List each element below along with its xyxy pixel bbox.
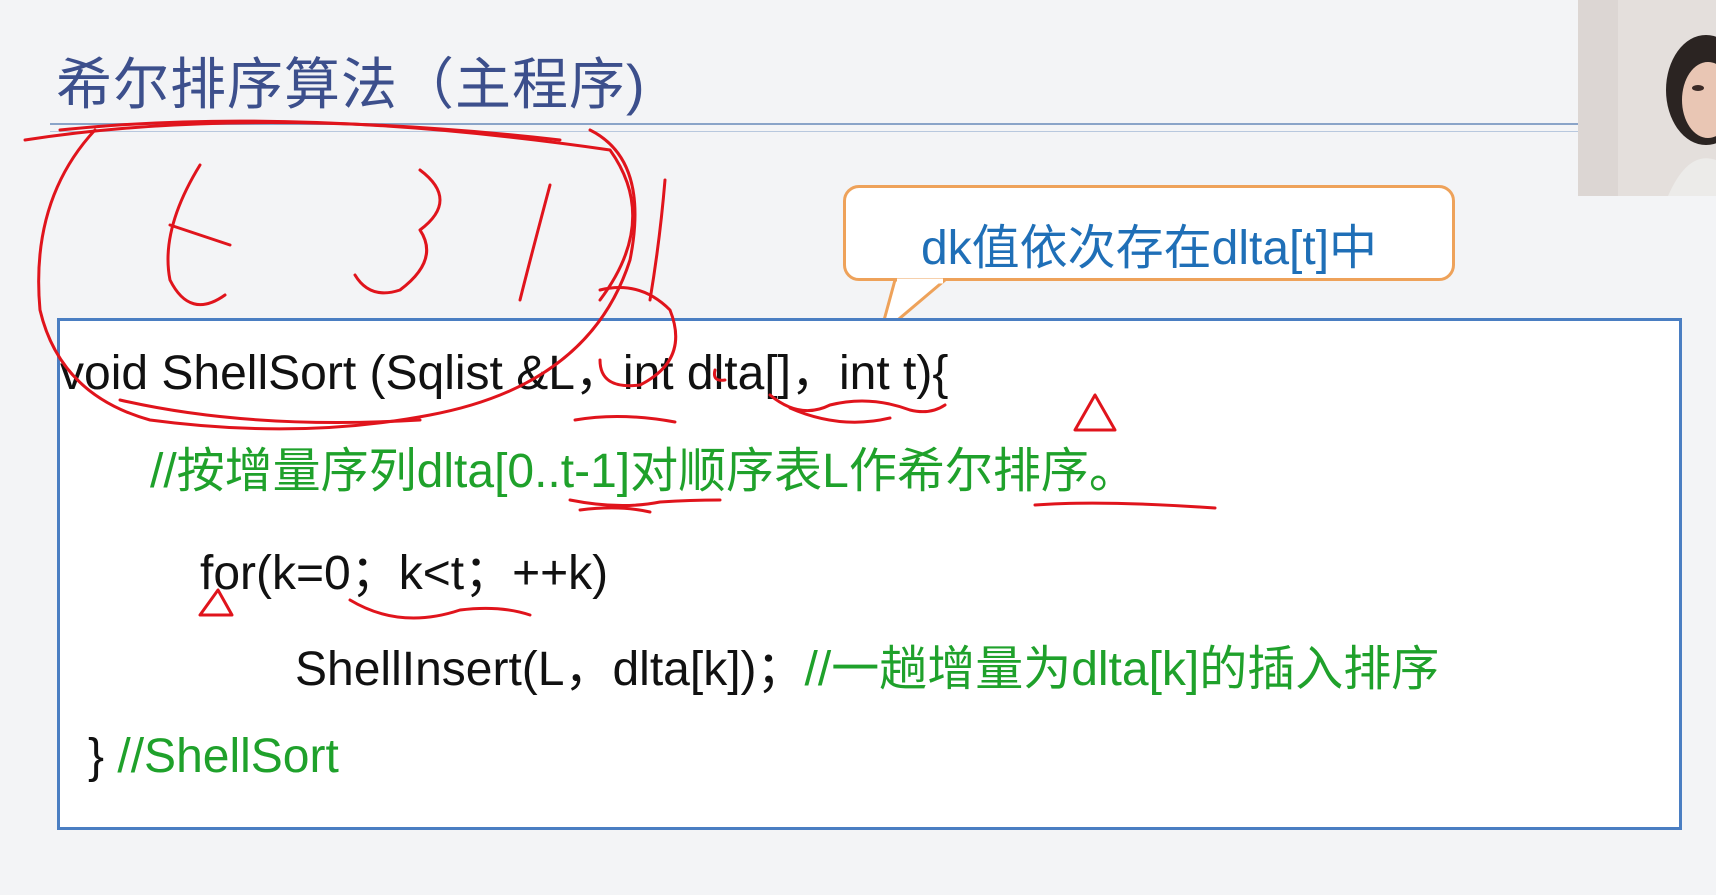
shell-insert-comment: //一趟增量为dlta[k]的插入排序 [804, 643, 1440, 696]
presenter-video-icon [1578, 0, 1716, 196]
callout-text: dk值依次存在dlta[t]中 [920, 222, 1378, 275]
shell-insert-call: ShellInsert(L，dlta[k])； [295, 643, 805, 696]
code-line-closing: } //ShellSort [88, 729, 339, 784]
code-box: void ShellSort (Sqlist &L，int dlta[]，int… [57, 318, 1682, 830]
webcam-overlay [1578, 0, 1716, 196]
closing-brace: } [88, 730, 105, 783]
slide: 希尔排序算法（主程序) dk值依次存在dlta[t]中 void ShellSo… [0, 0, 1716, 895]
callout-box: dk值依次存在dlta[t]中 [843, 185, 1455, 281]
code-line-comment: //按增量序列dlta[0..t-1]对顺序表L作希尔排序。 [150, 445, 1137, 498]
code-line-shell-insert: ShellInsert(L，dlta[k])；//一趟增量为dlta[k]的插入… [295, 629, 1439, 699]
title-rule [50, 123, 1580, 125]
closing-comment: //ShellSort [117, 730, 339, 783]
slide-title: 希尔排序算法（主程序) [56, 53, 646, 116]
code-line-for-loop: for(k=0；k<t；++k) [200, 547, 609, 600]
code-line-signature: void ShellSort (Sqlist &L，int dlta[]，int… [60, 347, 949, 400]
title-rule-secondary [50, 131, 1580, 132]
